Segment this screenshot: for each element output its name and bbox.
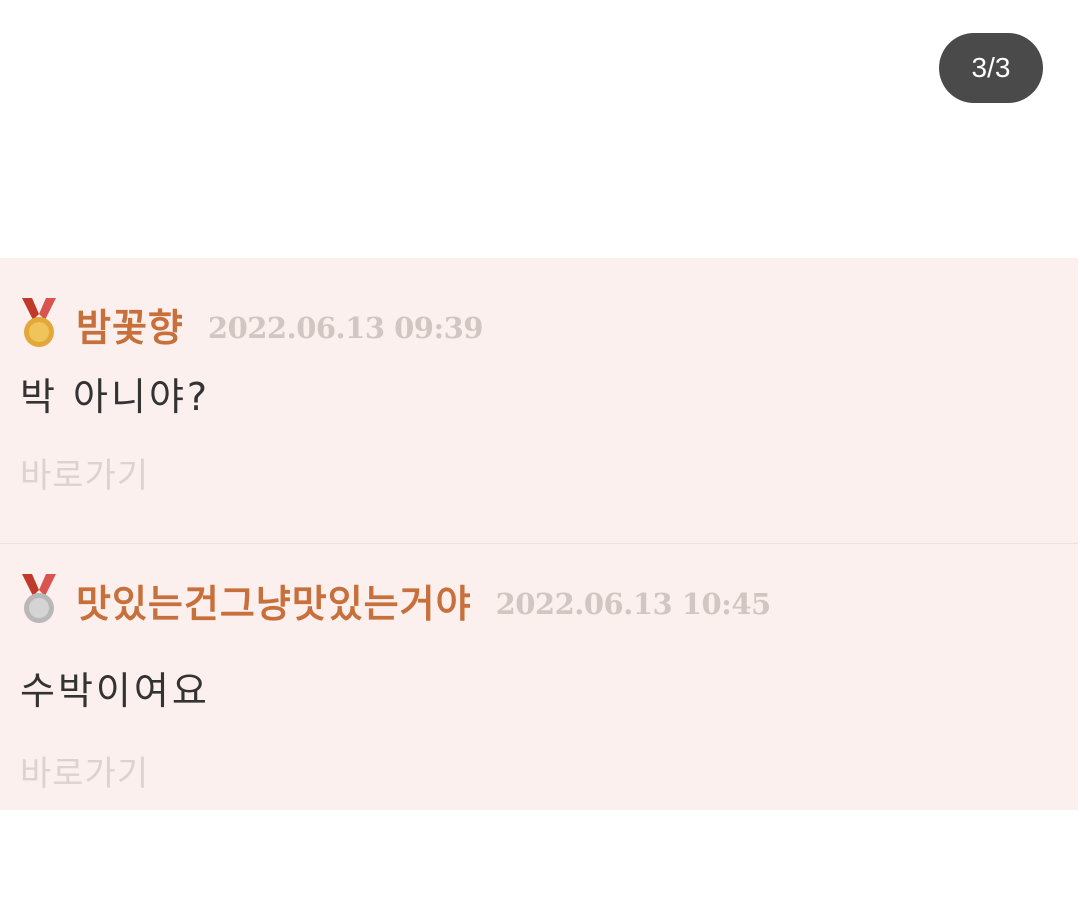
comment-text: 박 아니야? [20, 375, 211, 419]
gold-medal-icon [22, 298, 56, 347]
comment-author[interactable]: 밤꽃향 [76, 297, 184, 352]
comment-item: 맛있는건그냥맛있는거야 2022.06.13 10:45 수박이여요 바로가기 [0, 544, 1078, 810]
comment-author[interactable]: 맛있는건그냥맛있는거야 [76, 573, 472, 628]
comment-meta: 밤꽃향 2022.06.13 09:39 [18, 296, 484, 352]
goto-link[interactable]: 바로가기 [20, 746, 149, 795]
silver-medal-icon [22, 574, 56, 623]
goto-link[interactable]: 바로가기 [20, 448, 149, 497]
comment-item: 밤꽃향 2022.06.13 09:39 박 아니야? 바로가기 [0, 258, 1078, 543]
comments-panel: 밤꽃향 2022.06.13 09:39 박 아니야? 바로가기 맛있는건그냥맛… [0, 258, 1078, 810]
comment-text: 수박이여요 [20, 669, 210, 713]
comment-timestamp: 2022.06.13 10:45 [495, 587, 772, 621]
page-counter-badge: 3/3 [939, 33, 1043, 103]
comment-timestamp: 2022.06.13 09:39 [207, 311, 484, 345]
comment-meta: 맛있는건그냥맛있는거야 2022.06.13 10:45 [18, 572, 771, 628]
